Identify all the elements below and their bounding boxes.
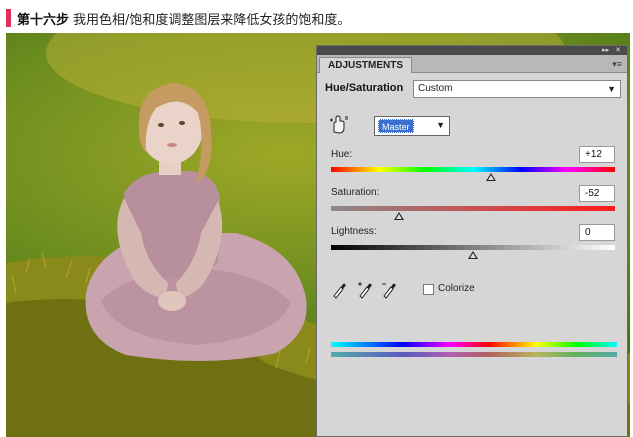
hue-saturation-title: Hue/Saturation <box>325 82 404 94</box>
hue-label: Hue: <box>331 149 353 160</box>
adjustments-panel: ▸▸ ✕ ADJUSTMENTS ▾≡ Hue/Saturation Custo… <box>316 45 628 437</box>
channel-value: Master <box>378 119 414 133</box>
channel-dropdown[interactable]: Master ▼ <box>374 116 450 136</box>
preset-value: Custom <box>418 83 453 94</box>
panel-title-bar: ▸▸ ✕ <box>317 46 627 55</box>
saturation-label: Saturation: <box>331 187 380 198</box>
panel-tab-row: ADJUSTMENTS ▾≡ <box>317 55 627 73</box>
saturation-slider-thumb[interactable] <box>394 212 405 220</box>
output-hue-range-bar[interactable] <box>331 352 617 357</box>
close-icon[interactable]: ✕ <box>615 46 621 55</box>
saturation-slider-track[interactable] <box>331 206 615 211</box>
lightness-slider-thumb[interactable] <box>468 251 478 259</box>
step-caption: 第十六步 我用色相/饱和度调整图层来降低女孩的饱和度。 <box>6 7 350 29</box>
preset-dropdown[interactable]: Custom ▼ <box>413 80 621 98</box>
eyedropper-icon[interactable] <box>331 281 347 299</box>
caption-step-label: 第十六步 <box>17 12 70 28</box>
hue-slider-thumb[interactable] <box>486 173 497 181</box>
input-hue-range-bar <box>331 342 617 347</box>
double-arrow-icon[interactable]: ▸▸ <box>602 46 609 55</box>
caption-text: 我用色相/饱和度调整图层来降低女孩的饱和度。 <box>73 12 351 28</box>
caption-accent-bar <box>6 9 11 27</box>
chevron-down-icon: ▼ <box>607 84 616 94</box>
hue-value-field[interactable]: +12 <box>579 146 615 163</box>
colorize-checkbox[interactable] <box>423 284 434 295</box>
panel-menu-icon[interactable]: ▾≡ <box>612 59 622 70</box>
saturation-value-field[interactable]: -52 <box>579 185 615 202</box>
colorize-label: Colorize <box>438 283 475 294</box>
lightness-slider-track[interactable] <box>331 245 615 250</box>
hand-adjust-icon[interactable] <box>328 114 350 136</box>
lightness-value-field[interactable]: 0 <box>579 224 615 241</box>
lightness-label: Lightness: <box>331 226 377 237</box>
eyedropper-plus-icon[interactable] <box>357 281 373 299</box>
tab-adjustments[interactable]: ADJUSTMENTS <box>319 57 413 73</box>
eyedropper-minus-icon[interactable] <box>381 281 397 299</box>
chevron-down-icon: ▼ <box>436 120 445 130</box>
hue-slider-track[interactable] <box>331 167 615 172</box>
